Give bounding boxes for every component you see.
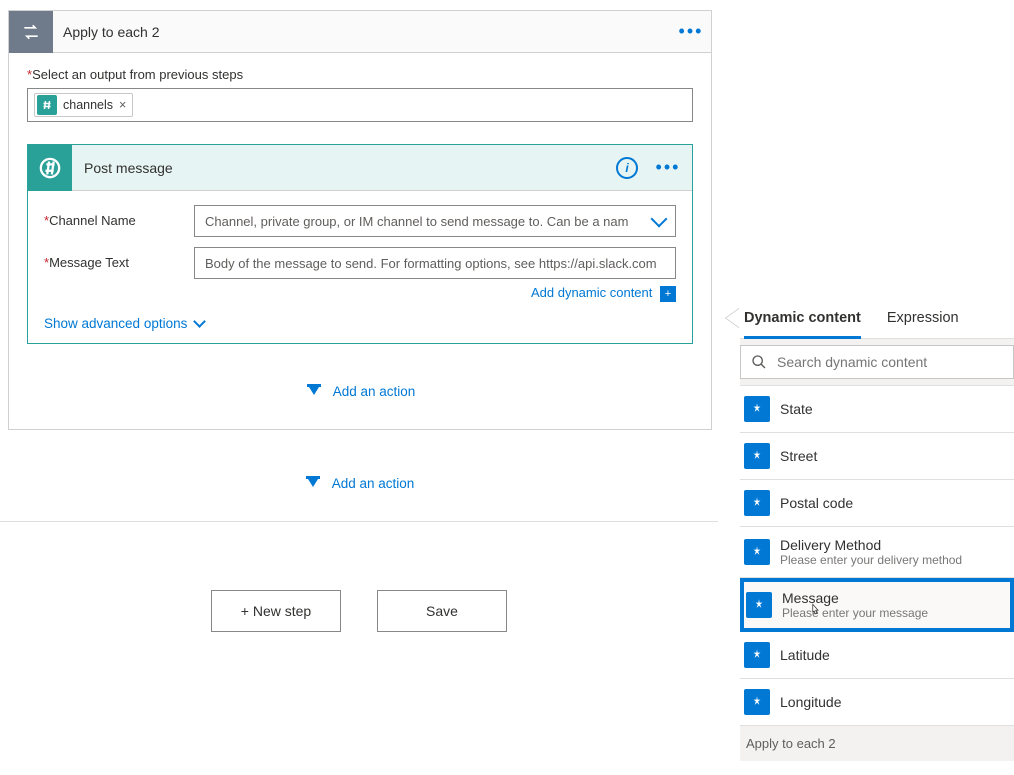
dc-item-label: Delivery MethodPlease enter your deliver… [780, 537, 1010, 567]
form-response-icon [744, 539, 770, 565]
dynamic-content-search[interactable] [740, 345, 1014, 379]
dc-item-postal-code[interactable]: Postal code [740, 480, 1014, 527]
dc-item-label: State [780, 401, 1010, 417]
post-title: Post message [72, 160, 616, 176]
form-response-icon [744, 689, 770, 715]
add-action-inner[interactable]: Add an action [9, 384, 711, 399]
info-icon[interactable]: i [616, 157, 638, 179]
dc-item-label: Latitude [780, 647, 1010, 663]
show-advanced-options-link[interactable]: Show advanced options [44, 316, 676, 331]
dc-item-state[interactable]: State [740, 386, 1014, 433]
tab-expression[interactable]: Expression [887, 304, 959, 338]
divider [0, 521, 718, 522]
output-label: *Select an output from previous steps [27, 67, 693, 82]
form-response-icon [744, 642, 770, 668]
dc-section-apply: Apply to each 2 [740, 726, 1014, 761]
dc-item-delivery-method[interactable]: Delivery MethodPlease enter your deliver… [740, 527, 1014, 578]
dc-item-latitude[interactable]: Latitude [740, 632, 1014, 679]
message-text-input[interactable]: Body of the message to send. For formatt… [194, 247, 676, 279]
panel-callout-arrow [726, 308, 740, 328]
add-action-outer[interactable]: Add an action [0, 476, 718, 491]
post-message-card: Post message i ••• *Channel Name Channel… [27, 144, 693, 344]
apply-to-each-card: Apply to each 2 ••• *Select an output fr… [8, 10, 712, 430]
channels-token[interactable]: channels × [34, 93, 133, 117]
apply-menu-button[interactable]: ••• [671, 21, 711, 42]
form-response-icon [746, 592, 772, 618]
dc-item-label: Street [780, 448, 1010, 464]
search-icon [751, 354, 767, 370]
dc-item-subtitle: Please enter your delivery method [780, 553, 1010, 567]
dc-item-street[interactable]: Street [740, 433, 1014, 480]
dc-item-message[interactable]: MessagePlease enter your message [740, 578, 1014, 632]
dc-item-longitude[interactable]: Longitude [740, 679, 1014, 726]
chevron-down-icon [651, 211, 668, 228]
hash-icon [37, 95, 57, 115]
dynamic-content-search-input[interactable] [777, 354, 1003, 370]
post-header: Post message i ••• [28, 145, 692, 191]
chevron-down-icon [193, 315, 206, 328]
apply-title: Apply to each 2 [53, 24, 671, 40]
dc-item-label: Postal code [780, 495, 1010, 511]
apply-header: Apply to each 2 ••• [9, 11, 711, 53]
post-menu-button[interactable]: ••• [650, 157, 686, 178]
lightning-badge-icon: + [660, 286, 676, 302]
insert-step-icon [305, 384, 323, 398]
message-text-label: *Message Text [44, 247, 194, 270]
output-token-input[interactable]: channels × [27, 88, 693, 122]
slack-hash-icon [28, 145, 72, 191]
insert-step-icon [304, 476, 322, 490]
form-response-icon [744, 490, 770, 516]
channel-name-select[interactable]: Channel, private group, or IM channel to… [194, 205, 676, 237]
loop-icon [9, 11, 53, 53]
add-dynamic-content-link[interactable]: Add dynamic content + [531, 285, 676, 300]
dc-item-label: Longitude [780, 694, 1010, 710]
tab-dynamic-content[interactable]: Dynamic content [744, 304, 861, 339]
cursor-pointer-icon [806, 601, 824, 621]
channel-name-label: *Channel Name [44, 205, 194, 228]
token-remove[interactable]: × [119, 98, 126, 112]
save-button[interactable]: Save [377, 590, 507, 632]
form-response-icon [744, 443, 770, 469]
new-step-button[interactable]: + New step [211, 590, 341, 632]
dynamic-content-panel: Dynamic content Expression State Street Po… [740, 298, 1014, 761]
form-response-icon [744, 396, 770, 422]
